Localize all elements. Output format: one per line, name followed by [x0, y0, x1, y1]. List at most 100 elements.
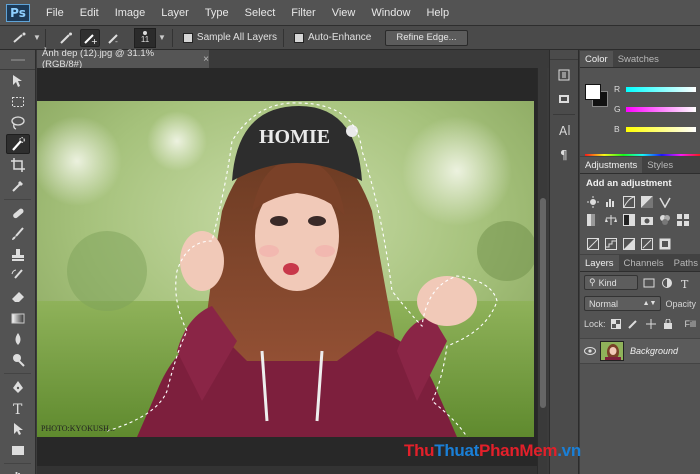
blue-slider-track[interactable] — [626, 126, 696, 132]
move-tool[interactable] — [6, 71, 30, 91]
invert-icon[interactable] — [586, 237, 600, 251]
svg-text:-: - — [115, 37, 118, 45]
checkbox-box[interactable] — [293, 32, 304, 43]
green-slider[interactable]: G — [614, 102, 698, 116]
chevron-down-icon[interactable]: ▼ — [158, 33, 166, 42]
path-selection-tool[interactable] — [6, 419, 30, 439]
add-to-selection-button[interactable]: + — [80, 28, 100, 47]
type-tool[interactable]: T — [6, 398, 30, 418]
menu-layer[interactable]: Layer — [153, 0, 197, 26]
menu-window[interactable]: Window — [363, 0, 418, 26]
menu-filter[interactable]: Filter — [283, 0, 323, 26]
curves-icon[interactable] — [622, 195, 636, 209]
refine-edge-button[interactable]: Refine Edge... — [385, 29, 468, 46]
black-white-icon[interactable] — [622, 213, 636, 227]
document-tab[interactable]: Ảnh dep (12).jpg @ 31.1% (RGB/8#) × — [37, 48, 209, 70]
dodge-tool[interactable] — [6, 350, 30, 370]
lock-position-icon[interactable] — [644, 317, 657, 331]
adjustment-filter-icon[interactable] — [660, 276, 674, 290]
menu-view[interactable]: View — [324, 0, 364, 26]
gradient-tool[interactable] — [6, 308, 30, 328]
tab-channels[interactable]: Channels — [619, 255, 669, 271]
photo-filter-icon[interactable] — [640, 213, 654, 227]
tab-paths[interactable]: Paths — [669, 255, 700, 271]
menu-help[interactable]: Help — [418, 0, 457, 26]
threshold-icon[interactable] — [622, 237, 636, 251]
history-panel-icon[interactable] — [554, 66, 574, 84]
channel-mixer-icon[interactable] — [658, 213, 672, 227]
eye-icon[interactable] — [580, 347, 600, 355]
brightness-icon[interactable] — [586, 195, 600, 209]
document-photo[interactable]: HOMIE PHOTO:KYOKUSH... — [37, 101, 534, 437]
subtract-from-selection-button[interactable]: - — [104, 29, 124, 47]
character-panel-icon[interactable]: A — [554, 121, 574, 139]
photo-canvas[interactable]: HOMIE PHOTO:KYOKUSH... — [37, 101, 534, 437]
properties-panel-icon[interactable] — [554, 90, 574, 108]
horizontal-scrollbar[interactable] — [37, 466, 537, 474]
hue-saturation-icon[interactable] — [586, 213, 600, 227]
scrollbar-thumb[interactable] — [540, 198, 546, 408]
lock-pixels-icon[interactable] — [627, 317, 640, 331]
chevron-down-icon: ▲▼ — [642, 300, 657, 307]
crop-tool[interactable] — [6, 155, 30, 175]
hand-tool[interactable] — [6, 467, 30, 474]
pen-tool[interactable] — [6, 377, 30, 397]
tab-layers[interactable]: Layers — [580, 255, 619, 271]
selective-color-icon[interactable] — [658, 237, 672, 251]
lock-all-icon[interactable] — [661, 317, 674, 331]
sample-all-layers-checkbox[interactable]: Sample All Layers — [182, 32, 277, 43]
tool-preset-picker[interactable]: ▼ — [8, 28, 46, 47]
blend-mode-select[interactable]: Normal ▲▼ — [584, 296, 662, 311]
eraser-tool[interactable] — [6, 287, 30, 307]
checkbox-box[interactable] — [182, 32, 193, 43]
red-slider-track[interactable] — [626, 86, 696, 92]
close-icon[interactable]: × — [203, 54, 209, 65]
lasso-tool[interactable] — [6, 113, 30, 133]
menu-type[interactable]: Type — [197, 0, 237, 26]
panel-grip[interactable] — [0, 50, 35, 70]
panel-grip[interactable] — [550, 50, 578, 60]
green-slider-track[interactable] — [626, 106, 696, 112]
menu-file[interactable]: File — [38, 0, 72, 26]
tab-styles[interactable]: Styles — [642, 157, 678, 173]
levels-icon[interactable] — [604, 195, 618, 209]
canvas-area[interactable]: HOMIE PHOTO:KYOKUSH... — [37, 68, 537, 474]
tools-panel: T — [0, 50, 36, 474]
gradient-map-icon[interactable] — [640, 237, 654, 251]
exposure-icon[interactable] — [640, 195, 654, 209]
layer-kind-filter[interactable]: ⚲ Kind — [584, 275, 638, 290]
quick-selection-tool[interactable] — [6, 134, 30, 154]
eyedropper-tool[interactable] — [6, 176, 30, 196]
new-selection-button[interactable] — [56, 29, 76, 47]
move-icon — [13, 75, 22, 87]
foreground-color-swatch[interactable] — [585, 84, 601, 100]
menu-edit[interactable]: Edit — [72, 0, 107, 26]
red-slider[interactable]: R — [614, 82, 698, 96]
quick-selection-icon — [12, 137, 25, 151]
marquee-tool[interactable] — [6, 92, 30, 112]
tab-adjustments[interactable]: Adjustments — [580, 157, 643, 173]
color-lookup-icon[interactable] — [676, 213, 690, 227]
blur-tool[interactable] — [6, 329, 30, 349]
history-brush-tool[interactable] — [6, 266, 30, 286]
vibrance-icon[interactable] — [658, 195, 672, 209]
rectangle-tool[interactable] — [6, 440, 30, 460]
vertical-scrollbar[interactable] — [537, 68, 547, 474]
type-filter-icon[interactable]: T — [678, 276, 692, 290]
layer-row[interactable]: Background — [580, 338, 700, 364]
auto-enhance-checkbox[interactable]: Auto-Enhance — [293, 32, 371, 43]
pixel-filter-icon[interactable] — [642, 276, 656, 290]
lock-transparent-icon[interactable] — [610, 317, 623, 331]
brush-tool[interactable] — [6, 224, 30, 244]
blue-slider[interactable]: B — [614, 122, 698, 136]
healing-brush-tool[interactable] — [6, 203, 30, 223]
layer-name[interactable]: Background — [630, 346, 678, 356]
clone-stamp-tool[interactable] — [6, 245, 30, 265]
menu-select[interactable]: Select — [237, 0, 284, 26]
paragraph-panel-icon[interactable]: ¶ — [554, 145, 574, 163]
divider — [4, 463, 31, 464]
posterize-icon[interactable] — [604, 237, 618, 251]
menu-image[interactable]: Image — [107, 0, 154, 26]
color-balance-icon[interactable] — [604, 213, 618, 227]
brush-size-picker[interactable]: 11 — [134, 27, 156, 48]
